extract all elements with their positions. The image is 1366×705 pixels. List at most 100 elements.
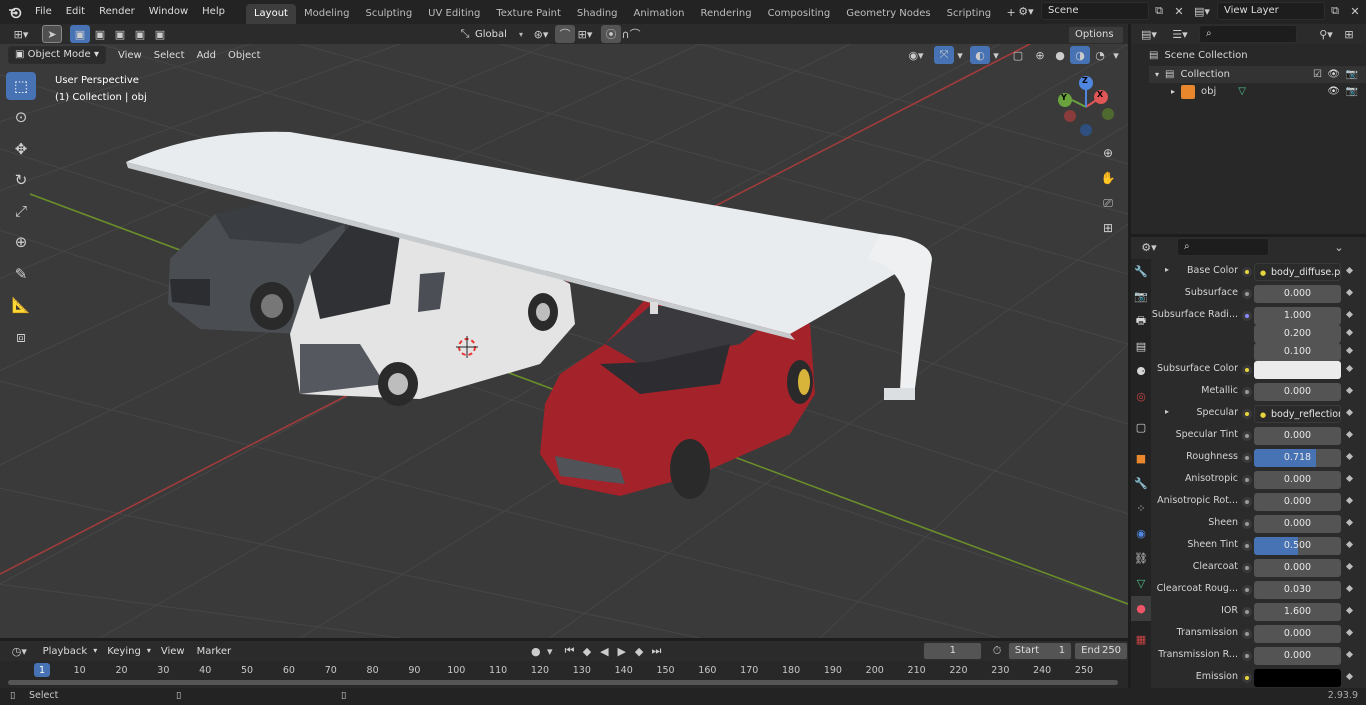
- menu-file[interactable]: File: [28, 0, 59, 24]
- socket-dot-icon[interactable]: [1242, 289, 1252, 299]
- select-mode-new-icon[interactable]: ▣: [70, 25, 90, 43]
- viewport-menu-select[interactable]: Select: [148, 50, 191, 61]
- color-swatch[interactable]: [1254, 361, 1341, 379]
- gizmo-dropdown-icon[interactable]: ▾: [954, 46, 966, 64]
- workspace-tab-texture-paint[interactable]: Texture Paint: [488, 4, 569, 24]
- cursor-tool-icon[interactable]: ⊙: [6, 103, 36, 131]
- shading-wireframe-icon[interactable]: ⊕: [1030, 46, 1050, 64]
- overlay-toggle-icon[interactable]: ◐: [970, 46, 990, 64]
- select-mode-intersect-icon[interactable]: ▣: [150, 25, 170, 43]
- value-slider[interactable]: 0.500: [1254, 537, 1341, 555]
- keyframe-icon[interactable]: [1345, 310, 1354, 319]
- close-scene-icon[interactable]: ✕: [1169, 2, 1189, 20]
- world-tab-icon[interactable]: ◎: [1131, 384, 1151, 409]
- workspace-tab-scripting[interactable]: Scripting: [939, 4, 999, 24]
- exclude-checkbox-icon[interactable]: ☑: [1313, 69, 1322, 80]
- keyframe-icon[interactable]: [1345, 408, 1354, 417]
- keyframe-icon[interactable]: [1345, 266, 1354, 275]
- editor-type-icon[interactable]: ⊞▾: [8, 25, 34, 43]
- keyframe-icon[interactable]: [1345, 452, 1354, 461]
- texture-tab-icon[interactable]: ▦: [1131, 627, 1151, 652]
- view-layer-field[interactable]: View Layer: [1217, 2, 1325, 20]
- outliner-search-input[interactable]: ⌕: [1199, 25, 1297, 43]
- menu-edit[interactable]: Edit: [59, 0, 92, 24]
- tool-tab-icon[interactable]: 🔧: [1131, 259, 1151, 284]
- keyframe-icon[interactable]: [1345, 430, 1354, 439]
- workspace-tab-rendering[interactable]: Rendering: [692, 4, 759, 24]
- socket-dot-icon[interactable]: [1242, 497, 1252, 507]
- 3d-viewport[interactable]: User Perspective (1) Collection | obj Z …: [0, 44, 1128, 638]
- viewport-menu-add[interactable]: Add: [191, 50, 222, 61]
- next-keyframe-icon[interactable]: ◆: [630, 642, 647, 660]
- viewport-menu-object[interactable]: Object: [222, 50, 267, 61]
- shading-material-icon[interactable]: ◑: [1070, 46, 1090, 64]
- socket-dot-icon[interactable]: [1242, 629, 1252, 639]
- socket-dot-icon[interactable]: [1242, 409, 1252, 419]
- play-reverse-icon[interactable]: ◀: [596, 642, 613, 660]
- menu-window[interactable]: Window: [142, 0, 195, 24]
- expand-chevron-icon[interactable]: ▸: [1165, 407, 1169, 416]
- value-slider[interactable]: 0.000: [1254, 559, 1341, 577]
- blender-logo-icon[interactable]: [6, 3, 24, 21]
- socket-dot-icon[interactable]: [1242, 673, 1252, 683]
- visibility-filter-icon[interactable]: ◉▾: [902, 46, 930, 64]
- scene-icon[interactable]: ⚙▾: [1013, 2, 1039, 20]
- value-slider[interactable]: 0.000: [1254, 383, 1341, 401]
- workspace-tab-layout[interactable]: Layout: [245, 4, 296, 24]
- keyframe-icon[interactable]: [1345, 518, 1354, 527]
- annotate-tool-icon[interactable]: ✎: [6, 260, 36, 288]
- display-mode-icon[interactable]: ☰▾: [1167, 25, 1193, 43]
- keyframe-icon[interactable]: [1345, 474, 1354, 483]
- collection-row[interactable]: ▾ ▤ Collection ☑ 👁 📷: [1149, 66, 1366, 83]
- snap-icon[interactable]: ⌒: [555, 25, 576, 43]
- keyframe-icon[interactable]: [1345, 364, 1354, 373]
- keyframe-icon[interactable]: [1345, 562, 1354, 571]
- pivot-point-icon[interactable]: ⊛▾: [531, 25, 551, 43]
- scene-tab-icon[interactable]: ⚈: [1131, 359, 1151, 384]
- properties-editor-icon[interactable]: ⚙▾: [1137, 238, 1161, 256]
- timeline-menu-playback[interactable]: Playback: [37, 646, 94, 657]
- zoom-icon[interactable]: ⊕: [1097, 142, 1119, 164]
- start-frame-field[interactable]: Start 1: [1007, 642, 1073, 660]
- keyframe-icon[interactable]: [1345, 628, 1354, 637]
- menu-help[interactable]: Help: [195, 0, 232, 24]
- workspace-tab-geometry-nodes[interactable]: Geometry Nodes: [838, 4, 938, 24]
- record-icon[interactable]: ●: [527, 642, 544, 660]
- end-frame-field[interactable]: End 250: [1074, 642, 1129, 660]
- filter-icon[interactable]: ⚲▾: [1313, 25, 1339, 43]
- value-slider[interactable]: 0.718: [1254, 449, 1341, 467]
- select-mode-invert-icon[interactable]: ▣: [130, 25, 150, 43]
- keyframe-icon[interactable]: [1345, 672, 1354, 681]
- overlay-dropdown-icon[interactable]: ▾: [990, 46, 1002, 64]
- socket-dot-icon[interactable]: [1242, 365, 1252, 375]
- current-frame-field[interactable]: 1: [923, 642, 983, 660]
- select-tool-icon[interactable]: ➤: [42, 25, 62, 43]
- value-slider[interactable]: 0.000: [1254, 647, 1341, 665]
- value-slider[interactable]: 0.000: [1254, 285, 1341, 303]
- workspace-tab-uv-editing[interactable]: UV Editing: [420, 4, 488, 24]
- socket-dot-icon[interactable]: [1242, 519, 1252, 529]
- proportional-falloff-icon[interactable]: ∩⌒: [621, 25, 641, 43]
- workspace-tab-modeling[interactable]: Modeling: [296, 4, 358, 24]
- constraints-tab-icon[interactable]: ⛓: [1131, 546, 1151, 571]
- data-tab-icon[interactable]: ▽: [1131, 571, 1151, 596]
- transform-tool-icon[interactable]: ⊕: [6, 228, 36, 256]
- socket-dot-icon[interactable]: [1242, 387, 1252, 397]
- socket-dot-icon[interactable]: [1242, 651, 1252, 661]
- socket-dot-icon[interactable]: [1242, 311, 1252, 321]
- properties-search-input[interactable]: ⌕: [1177, 238, 1269, 256]
- socket-dot-icon[interactable]: [1242, 453, 1252, 463]
- jump-start-icon[interactable]: ⏮: [561, 642, 578, 660]
- add-cube-tool-icon[interactable]: ⧈: [6, 323, 36, 351]
- timeline-scrollbar[interactable]: [8, 680, 1118, 685]
- expand-chevron-icon[interactable]: ▸: [1171, 87, 1175, 96]
- timeline-menu-marker[interactable]: Marker: [191, 646, 238, 657]
- texture-link-field[interactable]: ● body_diffuse.png: [1254, 263, 1341, 281]
- xray-toggle-icon[interactable]: ▢: [1008, 46, 1028, 64]
- value-slider[interactable]: 0.000: [1254, 515, 1341, 533]
- render-camera-icon[interactable]: 📷: [1346, 86, 1358, 97]
- copy-scene-icon[interactable]: ⧉: [1149, 2, 1169, 20]
- expand-chevron-icon[interactable]: ▾: [1155, 70, 1159, 79]
- viewport-menu-view[interactable]: View: [112, 50, 148, 61]
- keyframe-icon[interactable]: [1345, 496, 1354, 505]
